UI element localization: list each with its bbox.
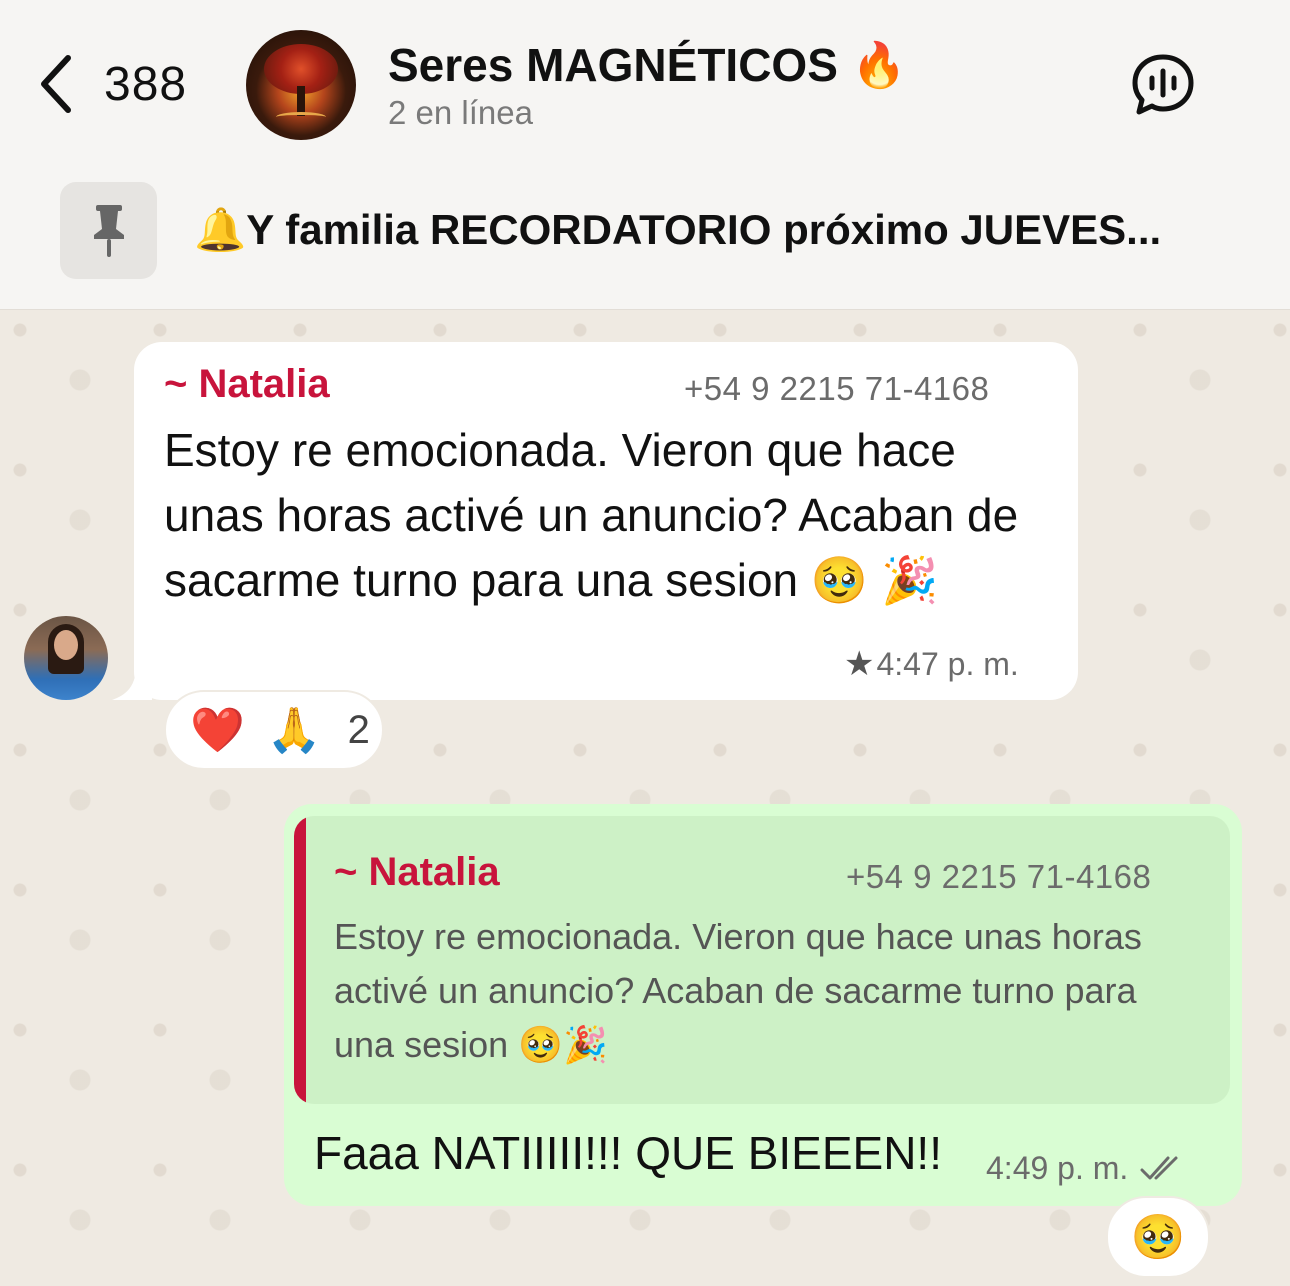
star-icon: ★ bbox=[844, 645, 875, 683]
quoted-phone: +54 9 2215 71-4168 bbox=[846, 858, 1152, 895]
outgoing-message-text: Faaa NATIIIII!!! QUE BIEEEN!! bbox=[314, 1127, 942, 1179]
reaction-count: 2 bbox=[347, 707, 370, 752]
sender-phone: +54 9 2215 71-4168 bbox=[684, 370, 990, 407]
pinned-text: 🔔Y familia RECORDATORIO próximo JUEVES..… bbox=[194, 206, 1162, 253]
pray-reaction: 🙏 bbox=[266, 706, 322, 755]
quoted-text: Estoy re emocionada. Vieron que hace una… bbox=[334, 916, 1142, 1065]
heart-reaction: ❤️ bbox=[190, 706, 245, 755]
incoming-message-meta: ★ 4:47 p. m. bbox=[844, 644, 1019, 684]
incoming-time: 4:47 p. m. bbox=[876, 645, 1019, 682]
sender-name[interactable]: ~ Natalia bbox=[164, 362, 330, 407]
quoted-sender: ~ Natalia bbox=[334, 850, 500, 894]
outgoing-time: 4:49 p. m. bbox=[986, 1150, 1129, 1186]
voice-chat-icon[interactable] bbox=[1130, 52, 1196, 118]
unread-count: 388 bbox=[104, 57, 188, 111]
pin-button[interactable] bbox=[60, 182, 157, 279]
outgoing-message-meta: 4:49 p. m. bbox=[986, 1150, 1186, 1187]
avatar-face bbox=[54, 630, 78, 660]
pinned-message-bar[interactable]: 🔔Y familia RECORDATORIO próximo JUEVES..… bbox=[0, 160, 1290, 310]
online-status: 2 en línea bbox=[388, 94, 533, 131]
outgoing-reaction[interactable]: 🥹 bbox=[1106, 1196, 1210, 1278]
tree-roots bbox=[276, 112, 326, 122]
back-button[interactable]: 388 bbox=[36, 52, 187, 116]
incoming-message-text: Estoy re emocionada. Vieron que hace una… bbox=[164, 424, 1019, 606]
quote-accent-bar bbox=[294, 816, 306, 1104]
group-avatar[interactable] bbox=[246, 30, 356, 140]
group-title[interactable]: Seres MAGNÉTICOS 🔥 bbox=[388, 38, 907, 92]
chat-header: 388 Seres MAGNÉTICOS 🔥 2 en línea bbox=[0, 0, 1290, 160]
chevron-left-icon bbox=[41, 55, 71, 113]
fire-emoji: 🔥 bbox=[851, 41, 907, 90]
double-check-icon bbox=[1140, 1156, 1178, 1179]
pin-icon bbox=[93, 204, 124, 257]
sender-avatar[interactable] bbox=[24, 616, 108, 700]
group-name: Seres MAGNÉTICOS bbox=[388, 39, 838, 91]
incoming-reactions[interactable]: ❤️ 🙏 2 bbox=[164, 690, 384, 770]
